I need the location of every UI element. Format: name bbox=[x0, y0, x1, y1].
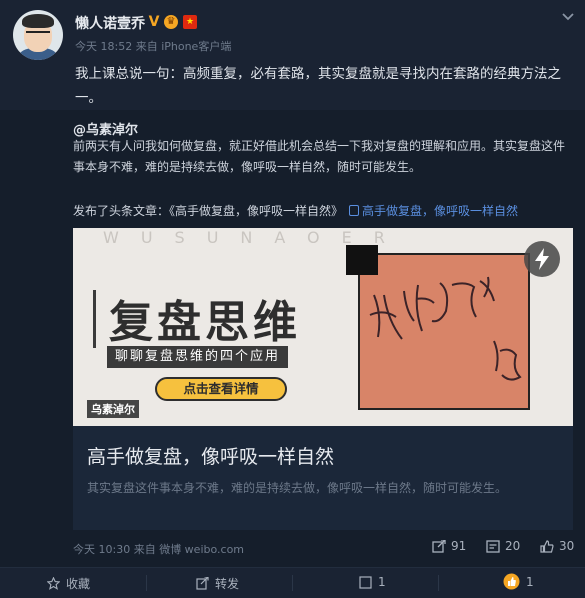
post-text: 我上课总说一句：高频重复，必有套路，其实复盘就是寻找内在套路的经典方法之一。 bbox=[75, 66, 561, 106]
vip-crown-icon[interactable]: ♛ bbox=[164, 15, 178, 29]
lightning-icon[interactable] bbox=[524, 241, 560, 277]
action-divider bbox=[438, 575, 439, 591]
article-cover[interactable]: WUSUNAOER 复盘思维 聊聊复盘思维的四个应用 点击查看详情 乌素淖尔 bbox=[73, 228, 573, 426]
cover-logo: 乌素淖尔 bbox=[87, 400, 139, 418]
article-prefix: 发布了头条文章：《高手做复盘，像呼吸一样自然》 bbox=[73, 204, 344, 218]
like-stat[interactable]: 30 bbox=[540, 539, 574, 553]
verified-icon[interactable]: V bbox=[147, 15, 161, 29]
like-label: 1 bbox=[526, 574, 534, 589]
article-card[interactable]: WUSUNAOER 复盘思维 聊聊复盘思维的四个应用 点击查看详情 乌素淖尔 高… bbox=[73, 228, 573, 530]
cover-bracket bbox=[93, 290, 99, 348]
avatar-hair bbox=[22, 14, 54, 28]
comment-stat[interactable]: 20 bbox=[486, 539, 520, 553]
username[interactable]: 懒人诺壹乔 bbox=[75, 13, 145, 33]
thumbs-up-icon bbox=[540, 539, 554, 553]
comment-icon bbox=[359, 575, 372, 589]
comment-count: 20 bbox=[505, 539, 521, 553]
article-title[interactable]: 高手做复盘，像呼吸一样自然 bbox=[87, 442, 334, 469]
repost-stat[interactable]: 91 bbox=[432, 539, 466, 553]
action-divider bbox=[146, 575, 147, 591]
chevron-down-icon[interactable] bbox=[561, 10, 575, 24]
cover-subtitle: 聊聊复盘思维的四个应用 bbox=[107, 346, 289, 368]
favorite-button[interactable]: 收藏 bbox=[47, 575, 90, 592]
action-divider bbox=[292, 575, 293, 591]
quoted-text: 前两天有人问我如何做复盘，就正好借此机会总结一下我对复盘的理解和应用。其实复盘这… bbox=[73, 139, 566, 174]
avatar[interactable] bbox=[13, 10, 63, 60]
cover-detail-button[interactable]: 点击查看详情 bbox=[155, 377, 287, 401]
article-link[interactable]: 高手做复盘，像呼吸一样自然 bbox=[362, 204, 518, 218]
comment-icon bbox=[486, 539, 500, 553]
calligraphy-photo bbox=[358, 253, 530, 410]
article-link-icon bbox=[349, 205, 360, 216]
comment-button[interactable]: 1 bbox=[359, 575, 386, 589]
like-button[interactable]: 1 bbox=[503, 573, 534, 590]
repost-count: 91 bbox=[451, 539, 467, 553]
comment-label: 1 bbox=[378, 575, 386, 589]
article-description: 其实复盘这件事本身不难，难的是持续去做，像呼吸一样自然，随时可能发生。 bbox=[87, 481, 508, 495]
star-icon bbox=[47, 577, 60, 590]
repost-button[interactable]: 转发 bbox=[196, 575, 239, 592]
repost-icon bbox=[196, 577, 209, 590]
china-flag-icon: ★ bbox=[183, 15, 197, 29]
repost-icon bbox=[432, 539, 446, 553]
cover-black-square bbox=[346, 245, 378, 275]
like-emoji-icon bbox=[503, 573, 520, 590]
repost-label: 转发 bbox=[215, 577, 240, 591]
calligraphy-strokes bbox=[369, 276, 522, 381]
like-count: 30 bbox=[559, 539, 575, 553]
quoted-meta: 今天 10:30 来自 微博 weibo.com bbox=[73, 543, 245, 556]
cover-title: 复盘思维 bbox=[109, 297, 301, 348]
favorite-label: 收藏 bbox=[66, 577, 91, 591]
article-line: 发布了头条文章：《高手做复盘，像呼吸一样自然》 高手做复盘，像呼吸一样自然 bbox=[73, 202, 518, 219]
avatar-glasses bbox=[26, 31, 50, 37]
post-meta: 今天 18:52 来自 iPhone客户端 bbox=[75, 40, 232, 53]
